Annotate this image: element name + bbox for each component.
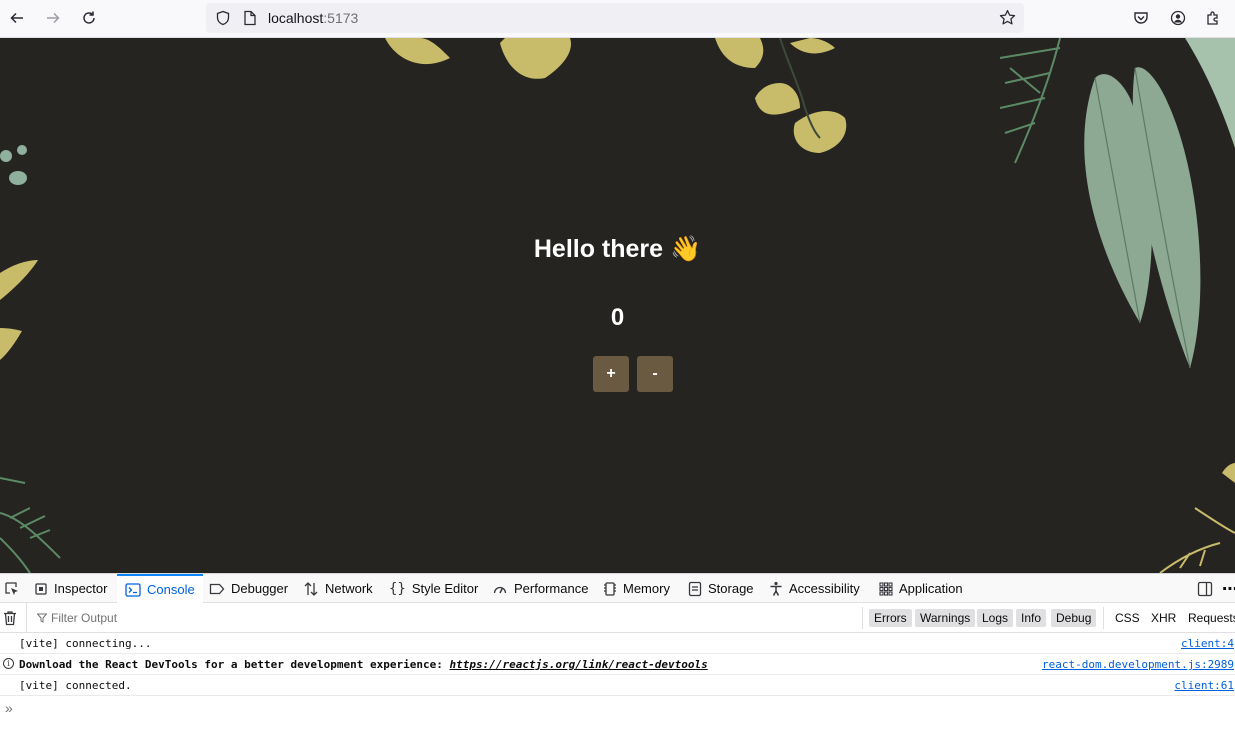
url-port: :5173 [323,10,359,26]
console-log-row: [vite] connected. client:61 [0,675,1235,696]
ellipsis-icon: ⋯ [1222,580,1235,598]
divider [1103,607,1104,629]
account-button[interactable] [1165,5,1191,31]
log-source-link[interactable]: react-dom.development.js:29895 [1042,658,1234,671]
dock-toggle-button[interactable] [1197,574,1213,603]
filter-logs-button[interactable]: Logs [977,609,1014,627]
filter-info-button[interactable]: Info [1016,609,1047,627]
reload-icon [83,11,95,24]
log-source-link[interactable]: client:4 [1181,637,1234,650]
trash-icon[interactable] [3,610,17,626]
increment-button[interactable]: + [593,356,629,392]
browser-toolbar: localhost:5173 [0,0,1235,38]
filter-debug-button[interactable]: Debug [1051,609,1097,627]
extensions-button[interactable] [1200,5,1226,31]
console-input[interactable]: » [5,700,13,716]
log-message: Download the React DevTools for a better… [19,658,708,671]
divider [862,607,863,629]
puzzle-icon [1207,11,1218,25]
tab-label: Storage [708,581,754,596]
filter-errors-button[interactable]: Errors [869,609,912,627]
tab-console[interactable]: Console [117,574,203,603]
network-icon [304,581,318,596]
pocket-button[interactable] [1128,5,1154,31]
picker-icon [5,581,18,595]
tab-inspector[interactable]: Inspector [34,574,107,603]
page-viewport: Hello there 👋 0 + - [0,38,1235,573]
devtools-tabbar: Inspector Console Debugger Network {} St… [0,574,1235,603]
tab-application[interactable]: Application [879,574,963,603]
page-icon [244,10,256,26]
tab-debugger[interactable]: Debugger [209,574,288,603]
tab-label: Application [899,581,963,596]
tab-label: Console [147,582,195,597]
accessibility-icon [770,581,782,596]
debugger-icon [209,583,225,594]
tab-accessibility[interactable]: Accessibility [769,574,860,603]
greeting-heading: Hello there 👋 [533,235,702,263]
filter-icon [37,613,47,623]
counter-value: 0 [610,304,625,331]
storage-icon [688,581,702,596]
tab-storage[interactable]: Storage [688,574,754,603]
tab-label: Memory [623,581,670,596]
forward-button[interactable] [40,5,66,31]
url-text[interactable]: localhost:5173 [268,10,358,26]
dock-icon [1197,581,1213,596]
chevrons-right-icon: » [5,700,13,716]
divider [26,603,27,633]
devtools-link[interactable]: https://reactjs.org/link/react-devtools [449,658,707,671]
tab-performance[interactable]: Performance [492,574,588,603]
arrow-right-icon [47,12,60,24]
element-picker-button[interactable] [0,574,24,603]
log-message: [vite] connecting... [19,637,152,650]
tab-style-editor[interactable]: {} Style Editor [389,574,478,603]
reload-button[interactable] [76,5,102,31]
decrement-button[interactable]: - [637,356,673,392]
tab-network[interactable]: Network [303,574,373,603]
filter-xhr-button[interactable]: XHR [1151,609,1176,627]
inspector-icon [35,582,47,595]
filter-css-button[interactable]: CSS [1115,609,1140,627]
filter-output-input[interactable]: Filter Output [51,611,117,625]
tab-label: Network [325,581,373,596]
more-menu-button[interactable]: ⋯ [1222,574,1235,603]
tab-label: Inspector [54,581,108,596]
tab-label: Style Editor [411,581,479,596]
tab-label: Performance [514,581,589,596]
log-message: [vite] connected. [19,679,132,692]
pocket-icon [1134,12,1148,24]
tab-memory[interactable]: Memory [603,574,670,603]
grid-icon [879,581,893,596]
tab-label: Debugger [231,581,289,596]
console-icon [125,582,141,597]
arrow-left-icon [10,12,23,24]
gauge-icon [493,586,507,593]
url-host: localhost [268,10,324,26]
log-source-link[interactable]: client:61 [1174,679,1234,692]
url-bar[interactable]: localhost:5173 [206,3,1024,33]
star-icon[interactable] [999,9,1016,26]
devtools-panel: Inspector Console Debugger Network {} St… [0,573,1235,733]
back-button[interactable] [4,5,30,31]
chip-icon [604,581,616,596]
filter-requests-button[interactable]: Requests [1188,609,1235,627]
braces-icon: {} [389,580,406,597]
log-text: Download the React DevTools for a better… [19,658,450,671]
shield-icon[interactable] [215,10,231,26]
account-icon [1170,10,1186,26]
console-info-row: i Download the React DevTools for a bett… [0,654,1235,675]
info-icon: i [3,658,14,669]
console-log-row: [vite] connecting... client:4 [0,633,1235,654]
tab-label: Accessibility [789,581,860,596]
filter-warnings-button[interactable]: Warnings [915,609,976,627]
console-filter-bar: Filter Output Errors Warnings Logs Info … [0,603,1235,633]
